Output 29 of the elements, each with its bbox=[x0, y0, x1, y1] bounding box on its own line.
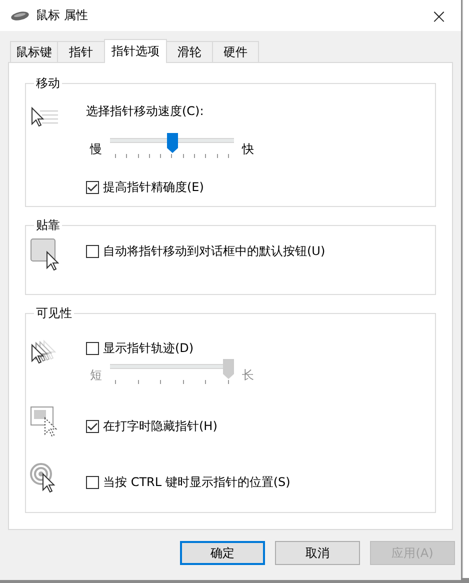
close-button[interactable]: × bbox=[417, 0, 461, 31]
slider-label: 短 bbox=[90, 366, 102, 384]
group-title: 贴靠 bbox=[35, 217, 61, 234]
checkbox-label: 自动将指针移动到对话框中的默认按钮(U) bbox=[103, 242, 326, 260]
checkbox[interactable] bbox=[86, 244, 99, 258]
tab[interactable]: 硬件 bbox=[212, 41, 259, 62]
checkbox-label: 在打字时隐藏指针(H) bbox=[103, 418, 218, 434]
checkbox[interactable] bbox=[86, 180, 99, 194]
group-title: 移动 bbox=[35, 75, 61, 92]
checkbox[interactable] bbox=[86, 420, 99, 432]
checkbox-label: 提高指针精确度(E) bbox=[103, 178, 204, 196]
tab[interactable]: 指针选项 bbox=[104, 39, 167, 63]
field-label: 选择指针移动速度(C): bbox=[86, 102, 205, 120]
checkbox[interactable] bbox=[86, 342, 99, 354]
window-title: 鼠标 属性 bbox=[36, 7, 89, 24]
slider-thumb[interactable] bbox=[166, 132, 178, 152]
mouse-icon bbox=[10, 10, 30, 22]
slider-label: 长 bbox=[242, 366, 254, 384]
slider-label: 慢 bbox=[90, 140, 102, 158]
hidden-pointer-icon bbox=[30, 406, 60, 438]
tab[interactable]: 鼠标键 bbox=[10, 41, 58, 62]
group-title: 可见性 bbox=[35, 305, 73, 322]
target-pointer-icon bbox=[30, 463, 58, 495]
checkbox[interactable] bbox=[86, 476, 99, 488]
dialog-button[interactable]: 取消 bbox=[275, 541, 360, 565]
checkbox-label: 显示指针轨迹(D) bbox=[103, 340, 194, 356]
checkbox-label: 当按 CTRL 键时显示指针的位置(S) bbox=[103, 474, 290, 490]
slider-label: 快 bbox=[242, 140, 254, 158]
dialog-button[interactable]: 确定 bbox=[180, 541, 265, 565]
